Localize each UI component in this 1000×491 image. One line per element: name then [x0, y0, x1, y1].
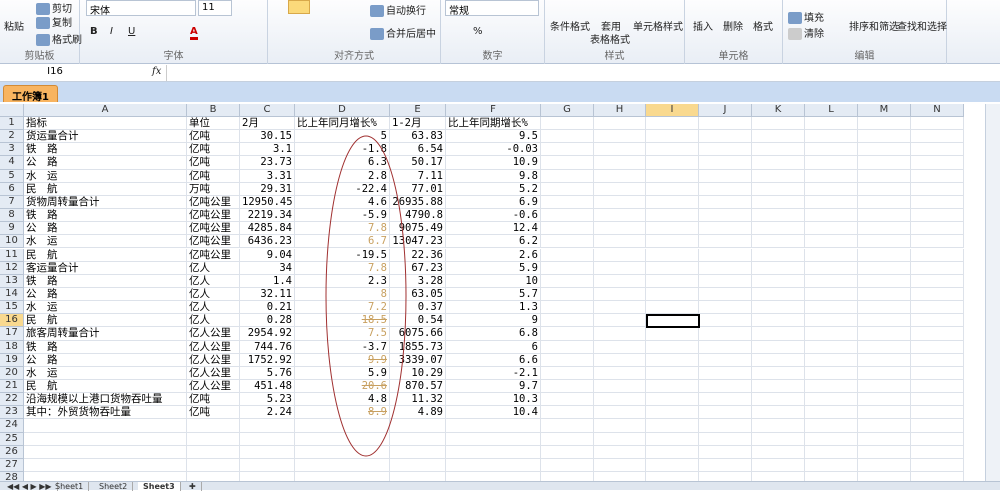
annotation-overlay — [325, 135, 407, 457]
sheet-tab-bar: ◀◀ ◀ ▶ ▶▶ Sheet1 Sheet2 Sheet3 ✚ — [0, 481, 1000, 491]
red-ellipse-annotation — [325, 135, 407, 457]
